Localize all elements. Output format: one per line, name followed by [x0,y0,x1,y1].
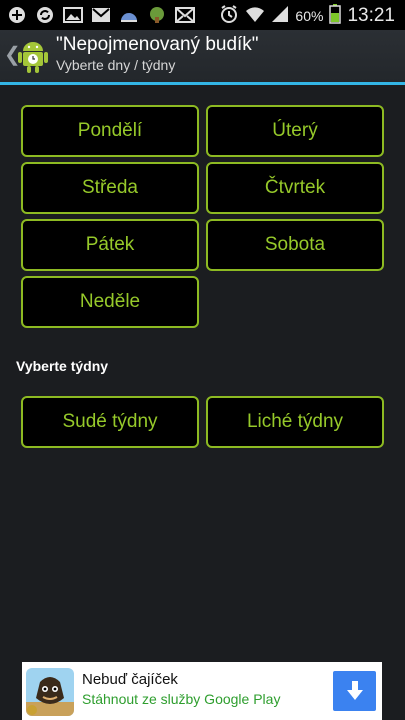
day-button-tuesday[interactable]: Úterý [206,105,384,157]
weather-icon [118,5,140,25]
ad-banner[interactable]: Nebuď čajíček Stáhnout ze služby Google … [22,662,382,720]
battery-icon [329,4,342,27]
action-bar: ❮ "Nepojmenovaný budík" Vyberte dny / tý… [0,30,405,85]
add-icon [6,5,28,25]
odd-weeks-button[interactable]: Liché týdny [206,396,384,448]
alarm-icon [219,4,239,27]
notification-icons [6,5,196,25]
screen-title: "Nepojmenovaný budík" [56,34,259,55]
battery-percent: 60% [295,7,324,24]
weeks-section-label: Vyberte týdny [16,358,109,374]
clock: 13:21 [347,4,395,26]
day-button-sunday[interactable]: Neděle [21,276,199,328]
download-icon[interactable] [333,671,376,711]
game-icon [146,5,168,25]
wifi-icon [245,5,265,26]
even-weeks-button[interactable]: Sudé týdny [21,396,199,448]
day-button-saturday[interactable]: Sobota [206,219,384,271]
image-icon [62,5,84,25]
day-button-friday[interactable]: Pátek [21,219,199,271]
status-bar: 60% 13:21 [0,0,405,30]
ad-subtitle: Stáhnout ze služby Google Play [82,691,281,707]
screen-subtitle: Vyberte dny / týdny [56,57,176,73]
email-icon [174,5,196,25]
gmail-icon [90,5,112,25]
ad-app-icon [26,668,74,716]
app-android-alarm-icon[interactable] [16,36,50,74]
system-status: 60% 13:21 [219,4,395,27]
day-button-monday[interactable]: Pondělí [21,105,199,157]
signal-icon [271,5,289,26]
day-button-wednesday[interactable]: Středa [21,162,199,214]
day-button-thursday[interactable]: Čtvrtek [206,162,384,214]
sync-icon [34,5,56,25]
ad-title: Nebuď čajíček [82,671,178,688]
